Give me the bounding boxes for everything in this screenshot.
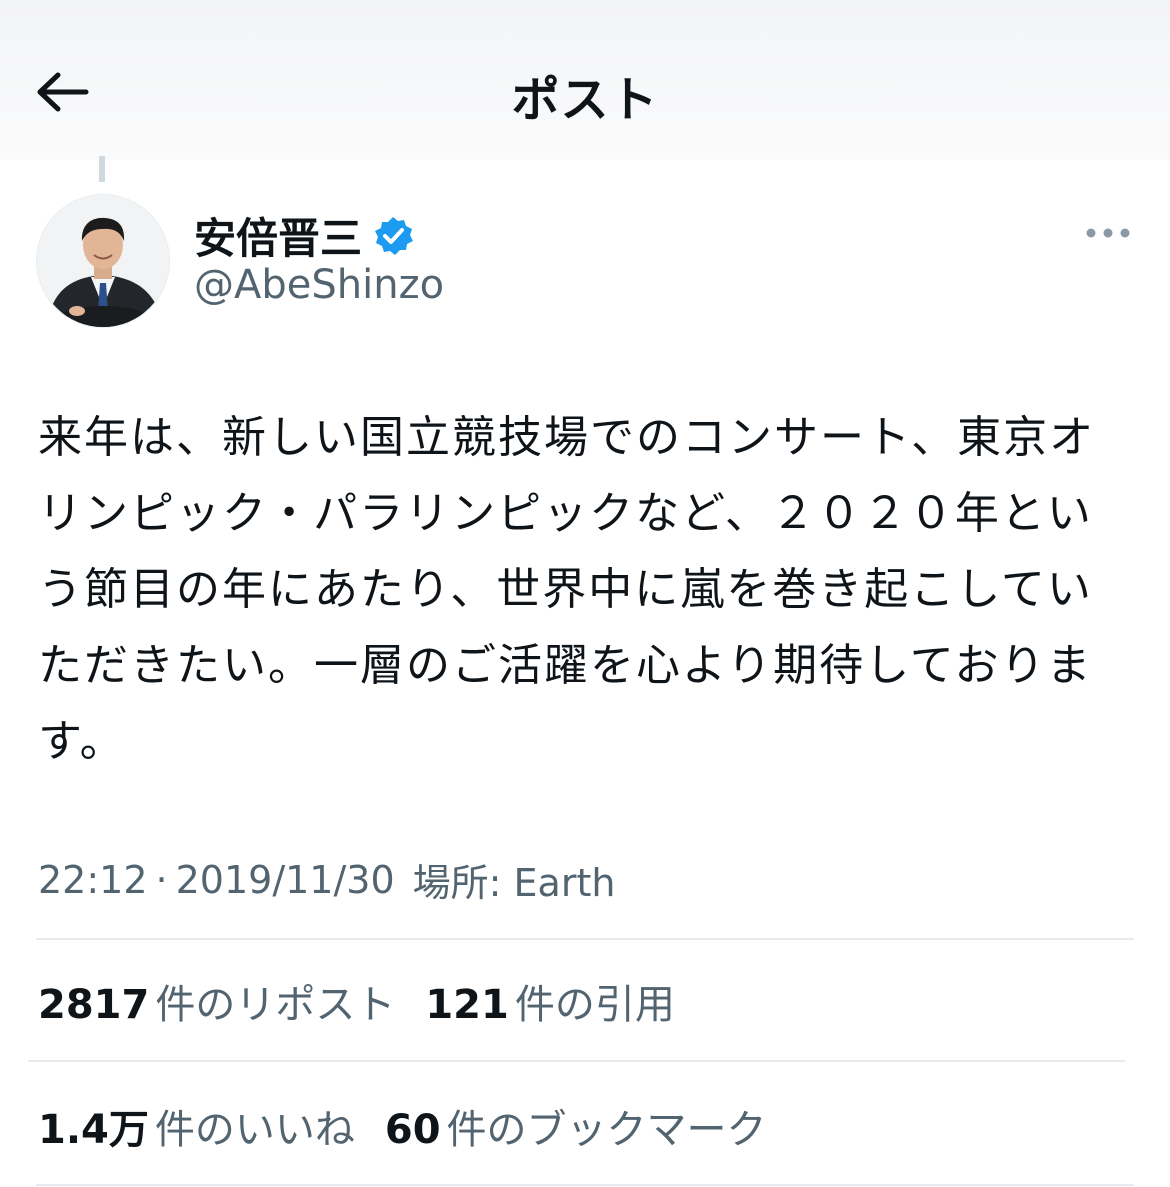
- quotes-count: 121: [425, 982, 509, 1028]
- tweet-location[interactable]: 場所: Earth: [413, 852, 616, 907]
- profile-photo-icon: [37, 195, 169, 327]
- likes-label: 件のいいね: [154, 1107, 355, 1153]
- likes-stat[interactable]: 1.4万 件のいいね: [38, 1097, 355, 1155]
- page-title: ポスト: [511, 72, 659, 128]
- stats-row-reposts: 2817 件のリポスト 121 件の引用: [38, 972, 705, 1030]
- more-options-button[interactable]: [1080, 215, 1136, 251]
- bookmarks-stat[interactable]: 60 件のブックマーク: [385, 1097, 767, 1155]
- divider: [36, 1184, 1134, 1186]
- more-horizontal-icon: [1086, 228, 1130, 238]
- reposts-stat[interactable]: 2817 件のリポスト: [38, 972, 395, 1030]
- tweet-metadata: 22:12 · 2019/11/30 場所: Earth: [38, 852, 615, 907]
- display-name-text: 安倍晋三: [194, 214, 363, 263]
- quotes-label: 件の引用: [514, 982, 675, 1028]
- author-display-name[interactable]: 安倍晋三: [194, 205, 414, 266]
- top-bar: ポスト: [0, 0, 1170, 160]
- meta-separator: ·: [155, 857, 168, 902]
- tweet-date[interactable]: 2019/11/30: [176, 858, 395, 902]
- bookmarks-count: 60: [384, 1107, 441, 1153]
- likes-count: 1.4万: [38, 1107, 149, 1153]
- quotes-stat[interactable]: 121 件の引用: [425, 972, 675, 1030]
- thread-connector-line: [99, 156, 105, 182]
- bookmarks-label: 件のブックマーク: [446, 1107, 767, 1153]
- divider: [36, 938, 1134, 940]
- verified-badge-icon: [375, 216, 414, 255]
- stats-row-likes: 1.4万 件のいいね 60 件のブックマーク: [38, 1097, 797, 1155]
- divider: [28, 1060, 1125, 1062]
- tweet-text: 来年は、新しい国立競技場でのコンサート、東京オリンピック・パラリンピックなど、２…: [38, 412, 1096, 767]
- reposts-count: 2817: [38, 982, 150, 1028]
- reposts-label: 件のリポスト: [155, 982, 396, 1028]
- avatar[interactable]: [36, 194, 170, 328]
- author-handle[interactable]: @AbeShinzo: [194, 262, 444, 308]
- tweet-time[interactable]: 22:12: [38, 858, 148, 902]
